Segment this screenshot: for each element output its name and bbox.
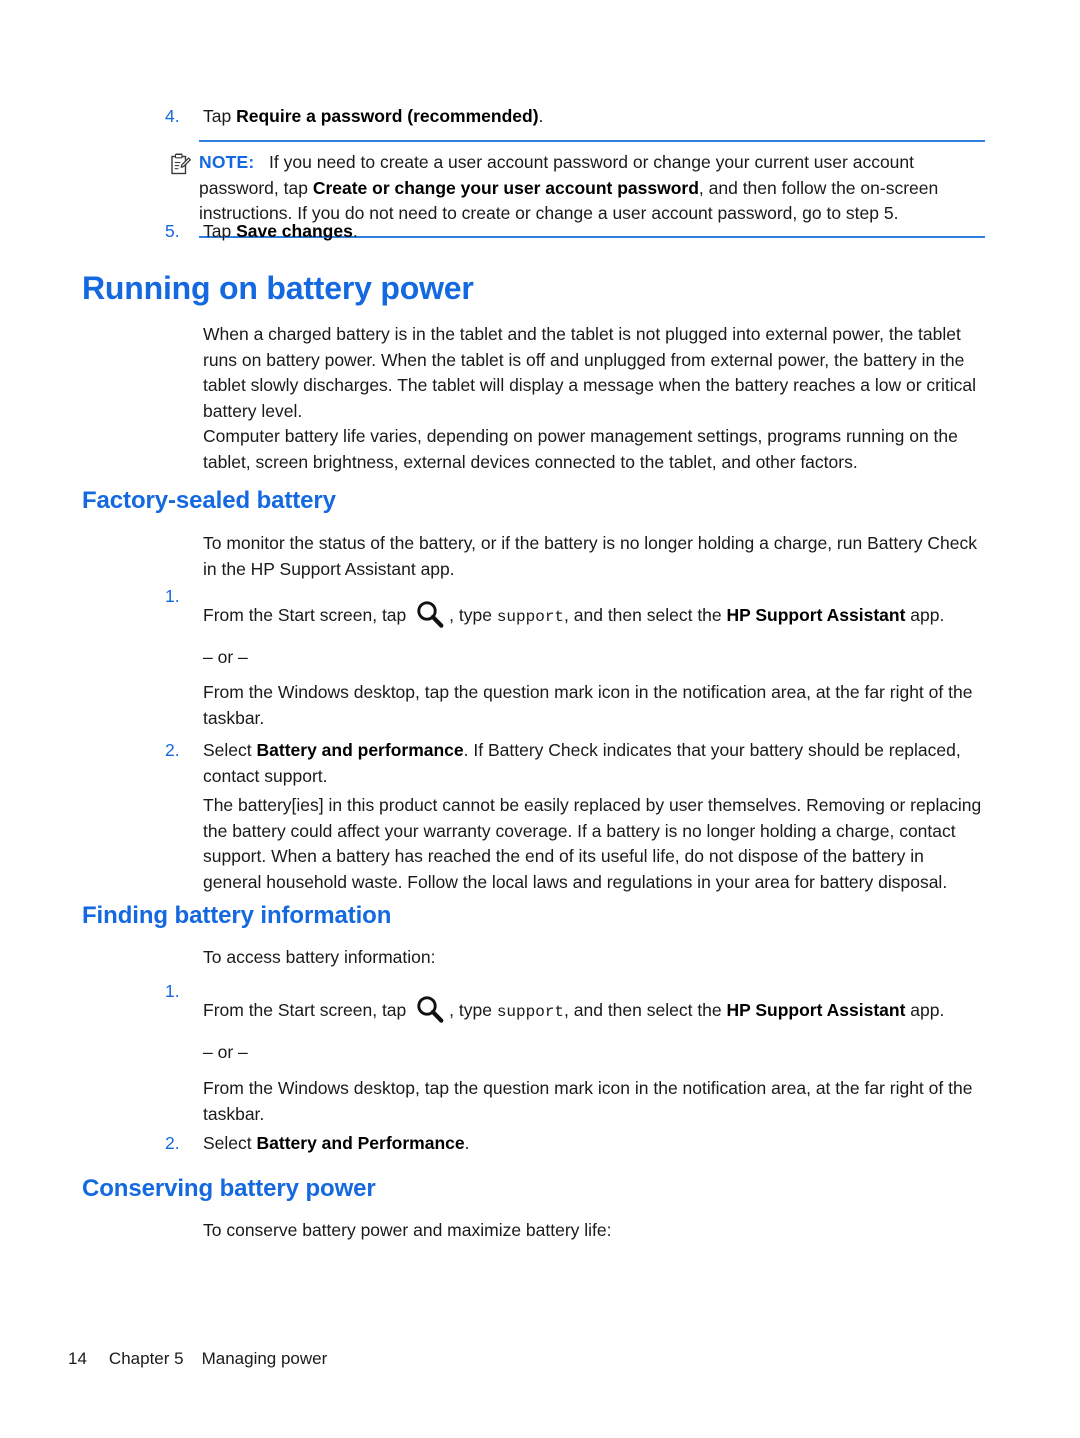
list-item: 2. Select Battery and Performance. <box>165 1131 985 1157</box>
or-divider: – or – <box>203 1042 248 1062</box>
note-bold-1: Create or change your user account passw… <box>312 177 699 198</box>
finding-step1-bold: HP Support Assistant <box>726 1000 906 1020</box>
footer-page-number: 14 <box>68 1349 87 1368</box>
list-number: 4. <box>165 106 180 126</box>
list-item: 4. Tap Require a password (recommended). <box>165 104 985 130</box>
footer-chapter: Chapter 5 <box>108 1349 184 1368</box>
list-item: 2. Select Battery and performance. If Ba… <box>165 738 985 789</box>
search-magnifier-icon <box>413 598 447 632</box>
finding-step1-tail: app. <box>905 1000 945 1020</box>
intro-paragraph-2: Computer battery life varies, depending … <box>203 426 958 472</box>
finding-step1-mid: , type <box>449 1000 497 1020</box>
page-title: Running on battery power <box>82 270 474 306</box>
list-number: 5. <box>165 221 180 241</box>
page-footer: 14 Chapter 5 Managing power <box>68 1348 327 1370</box>
section-heading-factory-sealed-battery: Factory-sealed battery <box>82 487 336 514</box>
factory-step1-tail: app. <box>905 605 945 625</box>
list-item-text: Tap Require a password (recommended). <box>203 104 985 130</box>
factory-alt-paragraph: From the Windows desktop, tap the questi… <box>203 682 973 728</box>
finding-step1-mono: support <box>496 1003 565 1021</box>
step5-lead: Tap <box>203 221 237 241</box>
finding-step2-bold: Battery and Performance <box>256 1133 465 1153</box>
factory-intro-paragraph: To monitor the status of the battery, or… <box>203 533 977 579</box>
conserving-intro-paragraph: To conserve battery power and maximize b… <box>203 1220 612 1240</box>
finding-intro-paragraph: To access battery information: <box>203 947 436 967</box>
list-item-text: From the Start screen, tap , type suppor… <box>203 993 985 1027</box>
list-item: 5. Tap Save changes. <box>165 219 985 245</box>
list-item-text: Select Battery and Performance. <box>203 1131 985 1157</box>
finding-step2-tail: . <box>464 1133 470 1153</box>
step4-tail: . <box>538 106 544 126</box>
list-number: 2. <box>165 740 180 760</box>
finding-step1-tail-lead: , and then select the <box>564 1000 727 1020</box>
list-number: 1. <box>165 586 180 606</box>
step5-bold: Save changes <box>236 221 353 241</box>
factory-step2-bold: Battery and performance <box>256 740 464 760</box>
note-body: NOTE: If you need to create a user accou… <box>199 150 985 227</box>
finding-alt-paragraph: From the Windows desktop, tap the questi… <box>203 1078 973 1124</box>
finding-step2-lead: Select <box>203 1133 257 1153</box>
note-label: NOTE: <box>199 152 255 172</box>
factory-step1-bold: HP Support Assistant <box>726 605 906 625</box>
or-divider: – or – <box>203 647 248 667</box>
step4-bold: Require a password (recommended) <box>236 106 539 126</box>
note-clipboard-icon <box>171 153 191 175</box>
list-number: 1. <box>165 981 180 1001</box>
list-item-text: Select Battery and performance. If Batte… <box>203 738 985 789</box>
section-heading-conserving-battery-power: Conserving battery power <box>82 1175 376 1202</box>
search-magnifier-icon <box>413 993 447 1027</box>
step5-tail: . <box>352 221 358 241</box>
step4-lead: Tap <box>203 106 237 126</box>
factory-step1-tail-lead: , and then select the <box>564 605 727 625</box>
finding-step1-lead: From the Start screen, tap <box>203 1000 412 1020</box>
footer-chapter-title: Managing power <box>201 1349 328 1368</box>
list-item: 1. From the Start screen, tap , type sup… <box>165 586 985 632</box>
intro-paragraph-1: When a charged battery is in the tablet … <box>203 324 976 421</box>
list-item: 1. From the Start screen, tap , type sup… <box>165 981 985 1027</box>
factory-step1-mono: support <box>496 608 565 626</box>
factory-step1-mid: , type <box>449 605 497 625</box>
section-heading-finding-battery-information: Finding battery information <box>82 902 392 929</box>
list-item-text: From the Start screen, tap , type suppor… <box>203 598 985 632</box>
document-page: 4. Tap Require a password (recommended).… <box>0 0 1080 1438</box>
factory-step1-lead: From the Start screen, tap <box>203 605 412 625</box>
factory-closing-paragraph: The battery[ies] in this product cannot … <box>203 795 982 892</box>
factory-step2-lead: Select <box>203 740 257 760</box>
list-item-text: Tap Save changes. <box>203 219 985 245</box>
list-number: 2. <box>165 1133 180 1153</box>
